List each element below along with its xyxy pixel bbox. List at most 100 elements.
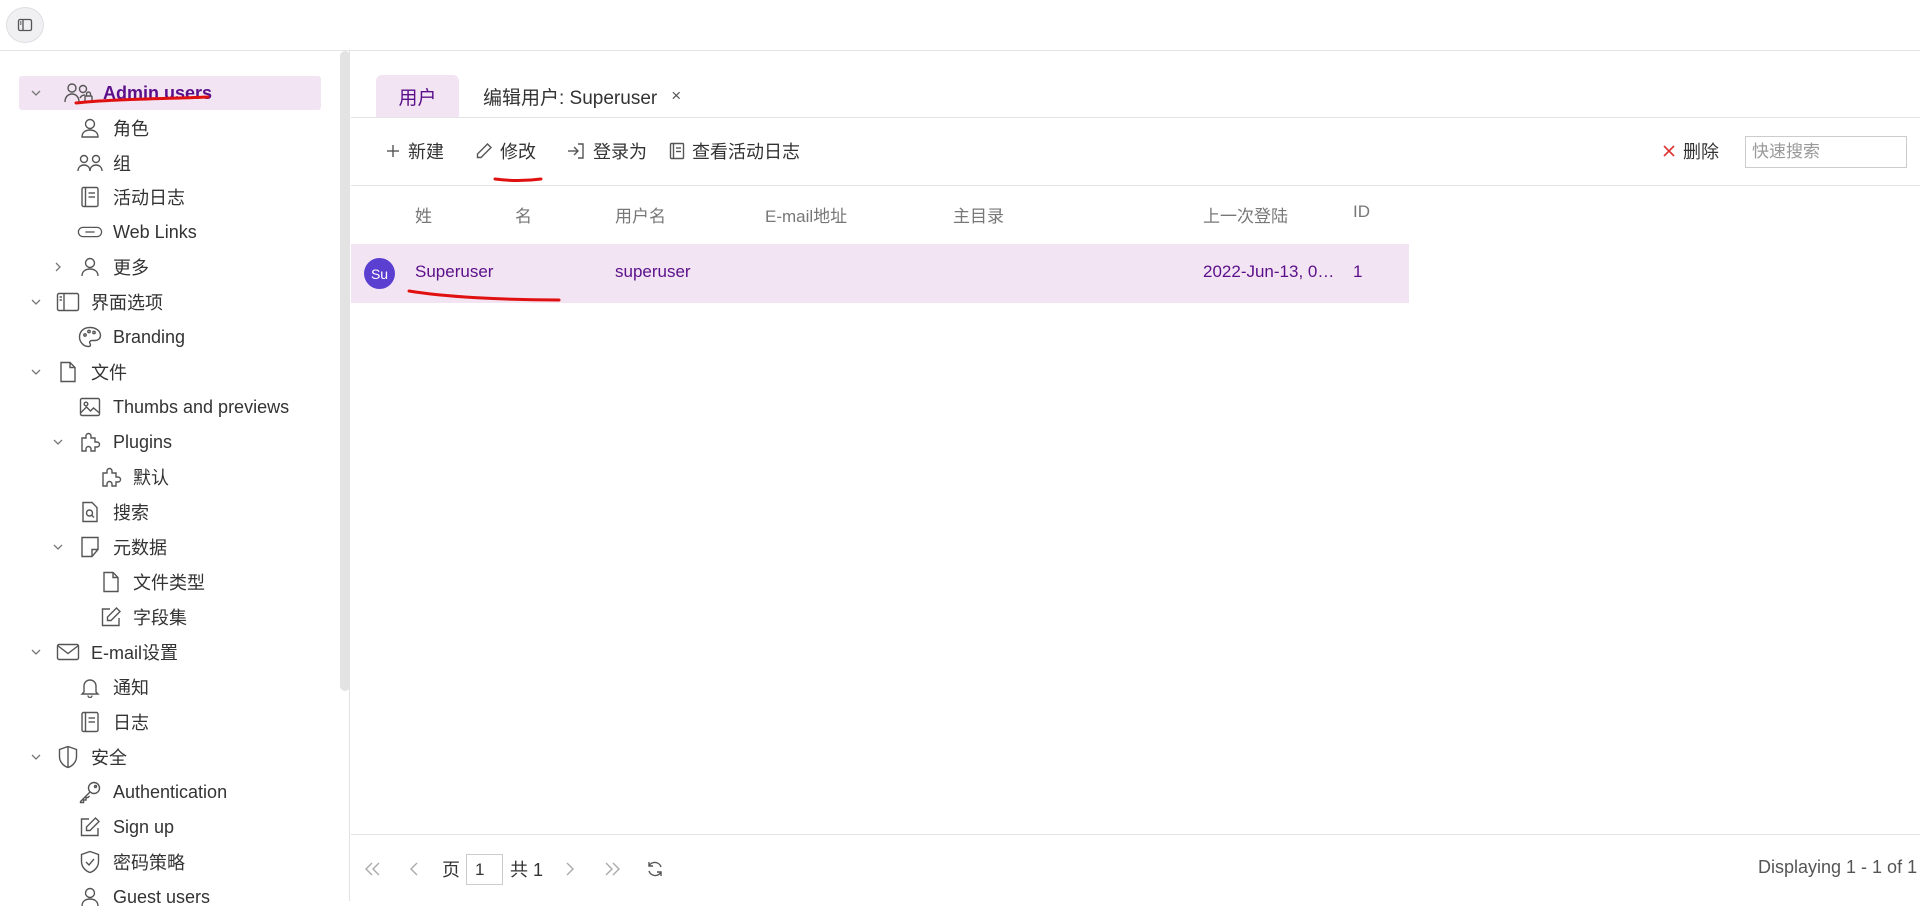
chevron-down-icon[interactable] xyxy=(29,365,43,379)
sidebar-item-thumbs[interactable]: Thumbs and previews xyxy=(77,390,289,424)
sidebar-toggle-button[interactable] xyxy=(6,7,44,43)
refresh-button[interactable] xyxy=(645,855,665,883)
login-as-button-label: 登录为 xyxy=(593,142,647,162)
chevron-left-icon xyxy=(407,860,421,878)
login-icon xyxy=(566,142,586,160)
previous-page-button[interactable] xyxy=(407,855,421,883)
column-header-last-login[interactable]: 上一次登陆 xyxy=(1203,202,1288,227)
sidebar-item-label: 日志 xyxy=(113,713,149,733)
annotation-underline xyxy=(74,95,210,105)
view-log-button-label: 查看活动日志 xyxy=(692,142,800,162)
file-search-icon xyxy=(77,499,103,525)
page-label: 页 xyxy=(442,860,460,880)
column-header-username[interactable]: 用户名 xyxy=(615,202,666,227)
chevron-down-icon[interactable] xyxy=(29,86,43,100)
cell-last-login[interactable]: 2022-Jun-13, 0… xyxy=(1203,262,1334,282)
sidebar-item-label: 文件 xyxy=(91,363,127,383)
new-button[interactable]: 新建 xyxy=(385,136,444,166)
plus-icon xyxy=(385,143,401,159)
first-page-button[interactable] xyxy=(363,855,383,883)
sidebar-item-label: 界面选项 xyxy=(91,293,163,313)
sidebar-item-email-settings[interactable]: E-mail设置 xyxy=(29,635,178,669)
sidebar-item-default[interactable]: 默认 xyxy=(98,460,169,494)
sidebar-item-label: Guest users xyxy=(113,886,211,907)
tab-edit-user-label: 编辑用户: Superuser xyxy=(483,87,658,109)
sidebar-item-sign-up[interactable]: Sign up xyxy=(77,810,174,844)
close-icon xyxy=(1662,144,1676,158)
chevron-down-icon[interactable] xyxy=(51,540,65,554)
sidebar-item-fieldsets[interactable]: 字段集 xyxy=(98,600,187,634)
sidebar-item-plugins[interactable]: Plugins xyxy=(51,425,172,459)
refresh-icon xyxy=(645,859,665,879)
quick-search-input[interactable] xyxy=(1745,136,1907,168)
cell-id[interactable]: 1 xyxy=(1353,262,1362,282)
file-icon xyxy=(98,569,124,595)
tab-users[interactable]: 用户 xyxy=(376,75,459,117)
delete-button[interactable]: 删除 xyxy=(1662,136,1719,166)
sidebar-item-metadata[interactable]: 元数据 xyxy=(51,530,167,564)
sidebar-item-security[interactable]: 安全 xyxy=(29,740,127,774)
layout-icon xyxy=(55,289,81,315)
cell-last-name[interactable]: Superuser xyxy=(415,262,493,282)
sidebar-scrollbar[interactable] xyxy=(340,51,350,691)
sidebar-item-label: Sign up xyxy=(113,816,175,837)
page-number-input[interactable] xyxy=(466,854,503,885)
shield-check-icon xyxy=(77,849,103,875)
sidebar-item-branding[interactable]: Branding xyxy=(77,320,185,354)
view-log-button[interactable]: 查看活动日志 xyxy=(669,136,800,166)
next-page-button[interactable] xyxy=(563,855,577,883)
close-icon[interactable]: × xyxy=(671,86,681,106)
sidebar-item-mail-log[interactable]: 日志 xyxy=(77,705,149,739)
chevron-down-icon[interactable] xyxy=(29,645,43,659)
annotation-underline xyxy=(493,177,543,182)
column-header-email[interactable]: E-mail地址 xyxy=(765,202,847,227)
sidebar-item-file-types[interactable]: 文件类型 xyxy=(98,565,205,599)
sidebar-item-roles[interactable]: 角色 xyxy=(77,111,149,145)
column-header-home[interactable]: 主目录 xyxy=(953,202,1004,227)
sidebar-item-ui-options[interactable]: 界面选项 xyxy=(29,285,163,319)
sidebar-item-guest-users[interactable]: Guest users xyxy=(77,880,210,914)
column-header-id[interactable]: ID xyxy=(1353,202,1370,222)
chevron-right-icon[interactable] xyxy=(51,260,65,274)
last-page-button[interactable] xyxy=(602,855,622,883)
sidebar-item-label: Thumbs and previews xyxy=(113,396,290,417)
sidebar-item-search[interactable]: 搜索 xyxy=(77,495,149,529)
sidebar-item-label: 密码策略 xyxy=(113,853,185,873)
edit-button-label: 修改 xyxy=(500,142,536,162)
chevron-down-icon[interactable] xyxy=(51,435,65,449)
log-icon xyxy=(669,142,685,160)
sidebar-item-web-links[interactable]: Web Links xyxy=(77,215,197,249)
sidebar-item-authentication[interactable]: Authentication xyxy=(77,775,227,809)
key-icon xyxy=(77,779,103,805)
sidebar-item-label: 文件类型 xyxy=(133,573,205,593)
bell-icon xyxy=(77,674,103,700)
chevron-down-icon[interactable] xyxy=(29,750,43,764)
column-header-first-name[interactable]: 名 xyxy=(515,202,532,227)
tab-divider xyxy=(351,117,1920,118)
sidebar-item-notifications[interactable]: 通知 xyxy=(77,670,149,704)
sidebar-item-password-policy[interactable]: 密码策略 xyxy=(77,845,185,879)
pager-divider xyxy=(351,834,1920,835)
sidebar-item-more[interactable]: 更多 xyxy=(51,250,149,284)
cell-username[interactable]: superuser xyxy=(615,262,691,282)
sidebar-item-label: 搜索 xyxy=(113,503,149,523)
sidebar-item-label: E-mail设置 xyxy=(91,643,179,663)
shield-icon xyxy=(55,744,81,770)
new-button-label: 新建 xyxy=(408,142,444,162)
tab-edit-user[interactable]: 编辑用户: Superuser × xyxy=(483,75,681,117)
log-icon xyxy=(77,184,103,210)
note-icon xyxy=(77,534,103,560)
edit-button[interactable]: 修改 xyxy=(475,136,536,166)
sidebar-item-groups[interactable]: 组 xyxy=(77,146,131,180)
chevron-down-icon[interactable] xyxy=(29,295,43,309)
edit-icon xyxy=(77,814,103,840)
user-icon xyxy=(77,254,103,280)
sidebar-item-label: 元数据 xyxy=(113,538,167,558)
avatar: Su xyxy=(364,258,395,289)
tab-users-label: 用户 xyxy=(398,87,437,109)
column-header-last-name[interactable]: 姓 xyxy=(415,202,432,227)
login-as-button[interactable]: 登录为 xyxy=(566,136,647,166)
sidebar-item-activity-log[interactable]: 活动日志 xyxy=(77,180,185,214)
sidebar-item-files[interactable]: 文件 xyxy=(29,355,127,389)
sidebar-item-label: Web Links xyxy=(113,221,197,242)
